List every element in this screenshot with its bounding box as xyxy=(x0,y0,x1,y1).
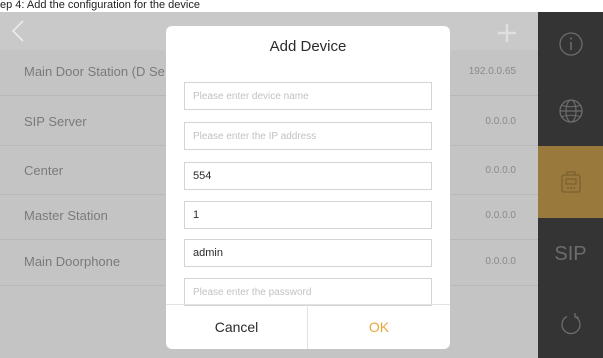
sip-label: SIP xyxy=(554,242,587,265)
device-name: Main Doorphone xyxy=(24,254,121,269)
add-device-dialog: Add Device Cancel OK xyxy=(166,26,450,349)
device-name: Master Station xyxy=(24,208,108,223)
device-ip: 192.0.0.65 xyxy=(468,66,516,77)
plus-icon[interactable] xyxy=(496,22,518,44)
ok-button[interactable]: OK xyxy=(308,305,450,349)
device-screen: Main Door Station (D Se 192.0.0.65 SIP S… xyxy=(0,12,603,358)
channel-input[interactable] xyxy=(184,201,432,229)
username-input[interactable] xyxy=(184,239,432,267)
rail-item-info[interactable] xyxy=(538,12,603,76)
device-name: SIP Server xyxy=(24,114,87,129)
device-ip: 0.0.0.0 xyxy=(485,256,516,267)
dialog-footer: Cancel OK xyxy=(166,304,450,349)
info-icon xyxy=(558,32,583,56)
device-name: Center xyxy=(24,163,64,178)
page-caption: ep 4: Add the configuration for the devi… xyxy=(0,0,603,12)
rail-item-restart[interactable] xyxy=(538,290,603,358)
dialog-title: Add Device xyxy=(269,38,347,55)
ip-address-input[interactable] xyxy=(184,122,432,150)
device-ip: 0.0.0.0 xyxy=(485,116,516,127)
device-name: Main Door Station (D Se xyxy=(24,64,165,79)
device-ip: 0.0.0.0 xyxy=(485,210,516,221)
intercom-device-icon xyxy=(560,171,581,193)
rail-item-device[interactable] xyxy=(538,146,603,218)
power-refresh-icon xyxy=(560,313,581,335)
rail-item-network[interactable] xyxy=(538,76,603,146)
settings-rail: SIP xyxy=(538,12,603,358)
device-ip: 0.0.0.0 xyxy=(485,165,516,176)
rail-item-sip[interactable]: SIP xyxy=(538,218,603,290)
password-input[interactable] xyxy=(184,278,432,306)
cancel-button[interactable]: Cancel xyxy=(166,305,308,349)
device-name-input[interactable] xyxy=(184,82,432,110)
globe-icon xyxy=(558,99,583,123)
port-input[interactable] xyxy=(184,162,432,190)
chevron-left-icon[interactable] xyxy=(8,18,30,44)
